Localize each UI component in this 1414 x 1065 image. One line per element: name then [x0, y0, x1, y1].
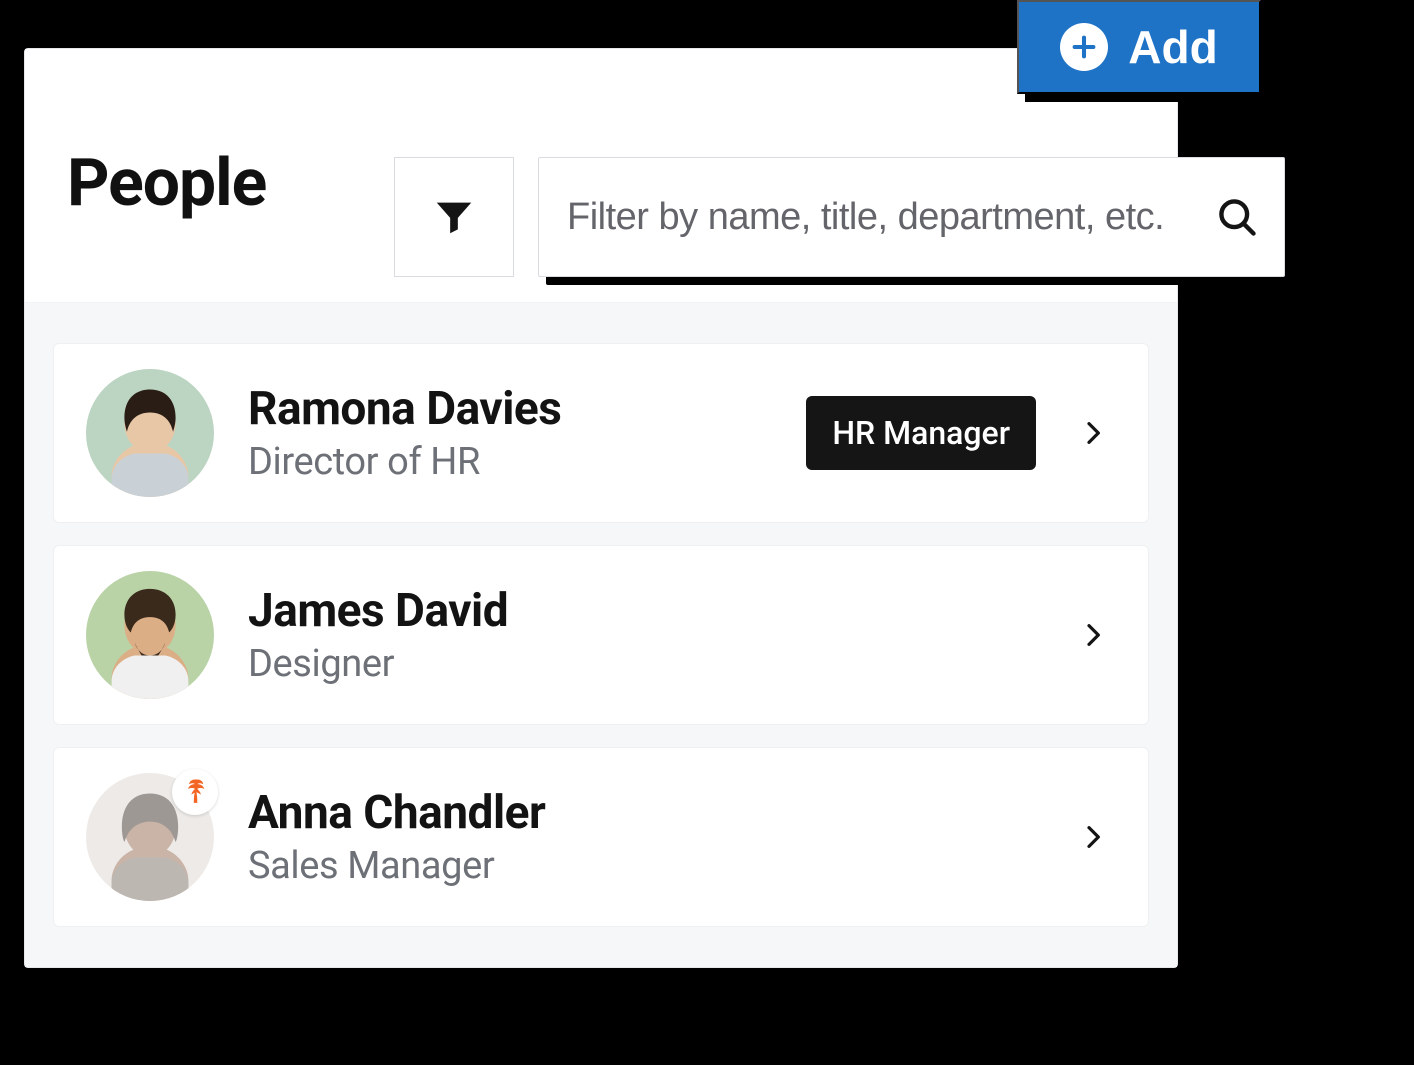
add-button-label: Add	[1128, 20, 1217, 74]
list-item[interactable]: Ramona Davies Director of HR HR Manager	[53, 343, 1149, 523]
chevron-right-icon[interactable]	[1070, 612, 1116, 658]
avatar	[86, 571, 214, 699]
status-badge	[172, 769, 218, 815]
search-bar[interactable]	[538, 157, 1285, 277]
plus-icon	[1060, 23, 1108, 71]
person-name: Anna Chandler	[248, 786, 1036, 840]
avatar	[86, 773, 214, 901]
search-icon[interactable]	[1208, 188, 1266, 246]
search-input[interactable]	[567, 196, 1208, 239]
person-title: Designer	[248, 642, 1036, 686]
chevron-right-icon[interactable]	[1070, 410, 1116, 456]
panel-header: People	[25, 49, 1177, 303]
chevron-right-icon[interactable]	[1070, 814, 1116, 860]
people-panel: People	[24, 48, 1178, 968]
add-button[interactable]: Add	[1017, 0, 1261, 94]
person-name: James David	[248, 584, 1036, 638]
avatar	[86, 369, 214, 497]
page-title: People	[67, 145, 266, 222]
list-item[interactable]: Anna Chandler Sales Manager	[53, 747, 1149, 927]
person-title: Sales Manager	[248, 844, 1036, 888]
person-name: Ramona Davies	[248, 382, 772, 436]
people-list: Ramona Davies Director of HR HR Manager	[25, 303, 1177, 967]
role-badge: HR Manager	[806, 396, 1036, 470]
person-title: Director of HR	[248, 440, 772, 484]
filter-icon	[431, 193, 477, 242]
filter-button[interactable]	[394, 157, 514, 277]
palm-tree-icon	[181, 776, 209, 808]
list-item[interactable]: James David Designer	[53, 545, 1149, 725]
